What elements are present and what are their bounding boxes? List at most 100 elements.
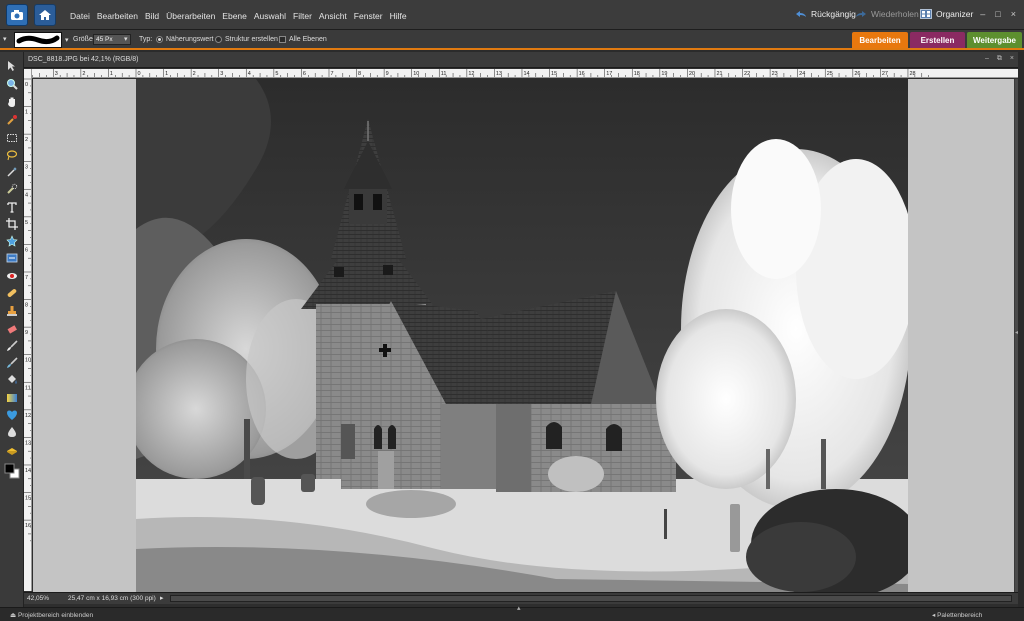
home-icon[interactable] [34, 4, 56, 26]
organizer-label: Organizer [936, 9, 974, 19]
radio-create-texture[interactable] [215, 36, 222, 43]
menu-ansicht[interactable]: Ansicht [319, 11, 347, 21]
document-window-controls: – ⧉ × [985, 55, 1014, 63]
organizer-button[interactable]: Organizer [920, 9, 973, 19]
gradient-tool-icon[interactable] [4, 390, 20, 405]
ruler-label: 9 [25, 330, 28, 336]
canvas-area[interactable] [33, 79, 1020, 592]
crop-tool-icon[interactable] [4, 216, 20, 231]
ruler-label: 2 [25, 137, 28, 143]
all-layers-label: Alle Ebenen [289, 36, 327, 43]
church-photo [136, 79, 908, 592]
brush-preview[interactable] [14, 32, 62, 48]
camera-icon[interactable] [6, 4, 28, 26]
custom-shape-tool-icon[interactable] [4, 407, 20, 422]
project-bin-label: Projektbereich einblenden [17, 612, 94, 619]
menu-hilfe[interactable]: Hilfe [390, 11, 407, 21]
ruler-label: 1 [165, 71, 168, 77]
ruler-label: 0 [138, 71, 141, 77]
horizontal-ruler: 0 1 2 3 4 5 6 7 8 9 10 11 12 13 14 15 16 17 18 19 20 21 22 23 24… [32, 69, 1020, 78]
menu-ebene[interactable]: Ebene [222, 11, 247, 21]
brush-tool-icon[interactable] [4, 338, 20, 353]
panel-bin-label: Palettenbereich [937, 612, 983, 619]
ruler-label: 12 [25, 413, 31, 419]
status-bar: 42,05% 25,47 cm x 16,93 cm (300 ppi) ▸ [24, 592, 1020, 604]
cookie-cutter-tool-icon[interactable] [4, 233, 20, 248]
undo-label: Rückgängig [811, 9, 856, 19]
doc-close-icon[interactable]: × [1010, 55, 1014, 63]
size-label: Größe: [73, 36, 95, 43]
doc-minimize-icon[interactable]: – [985, 55, 989, 63]
blur-tool-icon[interactable] [4, 424, 20, 439]
bin-grip-icon[interactable]: ▴ [517, 604, 521, 612]
menu-fenster[interactable]: Fenster [354, 11, 383, 21]
type-tool-icon[interactable] [4, 199, 20, 214]
close-icon[interactable]: × [1011, 9, 1016, 19]
right-panel-edge[interactable] [1018, 52, 1024, 607]
eject-icon: ⏏ [10, 612, 17, 619]
color-swatches[interactable] [4, 462, 20, 480]
clone-stamp-tool-icon[interactable] [4, 303, 20, 318]
vertical-ruler: 0 1 2 3 4 5 6 7 8 9 10 11 12 13 14 15 16 [24, 69, 32, 591]
marquee-tool-icon[interactable] [4, 130, 20, 145]
status-arrow-icon[interactable]: ▸ [160, 594, 164, 602]
tab-erstellen[interactable]: Erstellen [910, 32, 965, 48]
size-dropdown-icon[interactable]: ▾ [124, 35, 128, 43]
document-title: DSC_8818.JPG bei 42,1% (RGB/8) [28, 56, 139, 63]
panel-bin-toggle[interactable]: ◂ Palettenbereich [932, 611, 982, 619]
red-eye-tool-icon[interactable] [4, 268, 20, 283]
organizer-icon [920, 9, 932, 19]
horizontal-scrollbar[interactable] [170, 595, 1012, 602]
zoom-value[interactable]: 42,05% [27, 595, 49, 602]
project-bin-toggle[interactable]: ⏏ Projektbereich einblenden [10, 611, 93, 619]
ruler-label: 8 [358, 71, 361, 77]
minimize-icon[interactable]: – [980, 9, 985, 19]
ruler-label: 13 [25, 440, 31, 446]
menu-filter[interactable]: Filter [293, 11, 312, 21]
h-scroll-thumb[interactable] [171, 596, 1011, 601]
menu-ueberarbeiten[interactable]: Überarbeiten [166, 11, 215, 21]
radio-create-texture-label: Struktur erstellen [225, 36, 278, 43]
redo-icon [856, 11, 866, 17]
menu-bild[interactable]: Bild [145, 11, 159, 21]
smart-brush-tool-icon[interactable] [4, 355, 20, 370]
menu-auswahl[interactable]: Auswahl [254, 11, 286, 21]
paint-bucket-tool-icon[interactable] [4, 372, 20, 387]
all-layers-checkbox[interactable] [279, 36, 286, 43]
zoom-tool-icon[interactable] [4, 76, 20, 91]
type-label: Typ: [139, 36, 153, 43]
ruler-label: 0 [25, 82, 28, 88]
ruler-label: 2 [193, 71, 196, 77]
magic-wand-tool-icon[interactable] [4, 164, 20, 179]
move-tool-icon[interactable] [4, 58, 20, 73]
radio-approximate[interactable] [156, 36, 163, 43]
tab-bearbeiten[interactable]: Bearbeiten [852, 32, 908, 48]
ruler-label: 4 [25, 192, 28, 198]
ruler-label: 3 [220, 71, 223, 77]
doc-restore-icon[interactable]: ⧉ [997, 55, 1002, 63]
document-titlebar: DSC_8818.JPG bei 42,1% (RGB/8) – ⧉ × [24, 52, 1020, 68]
ruler-label: 7 [330, 71, 333, 77]
eraser-tool-icon[interactable] [4, 321, 20, 336]
redo-button[interactable]: Wiederholen [855, 9, 919, 19]
ruler-label: 15 [25, 496, 31, 502]
brush-dropdown-icon[interactable]: ▾ [65, 36, 69, 44]
sponge-tool-icon[interactable] [4, 442, 20, 457]
hand-tool-icon[interactable] [4, 94, 20, 109]
lasso-tool-icon[interactable] [4, 147, 20, 162]
eyedropper-tool-icon[interactable] [4, 112, 20, 127]
ruler-label: 14 [25, 468, 31, 474]
menu-bearbeiten[interactable]: Bearbeiten [97, 11, 138, 21]
ruler-label: 4 [248, 71, 251, 77]
ruler-label: 1 [110, 71, 113, 77]
menu-datei[interactable]: Datei [70, 11, 90, 21]
quick-selection-tool-icon[interactable] [4, 181, 20, 196]
undo-button[interactable]: Rückgängig [795, 9, 856, 19]
tab-weitergabe[interactable]: Weitergabe [967, 32, 1022, 48]
main-menu: Datei Bearbeiten Bild Überarbeiten Ebene… [70, 11, 414, 21]
recompose-tool-icon[interactable] [4, 250, 20, 265]
ruler-label: 11 [441, 71, 447, 77]
tool-preset-arrow-icon[interactable]: ▾ [3, 35, 7, 43]
maximize-icon[interactable]: □ [995, 9, 1000, 19]
spot-healing-tool-icon[interactable] [4, 285, 20, 300]
